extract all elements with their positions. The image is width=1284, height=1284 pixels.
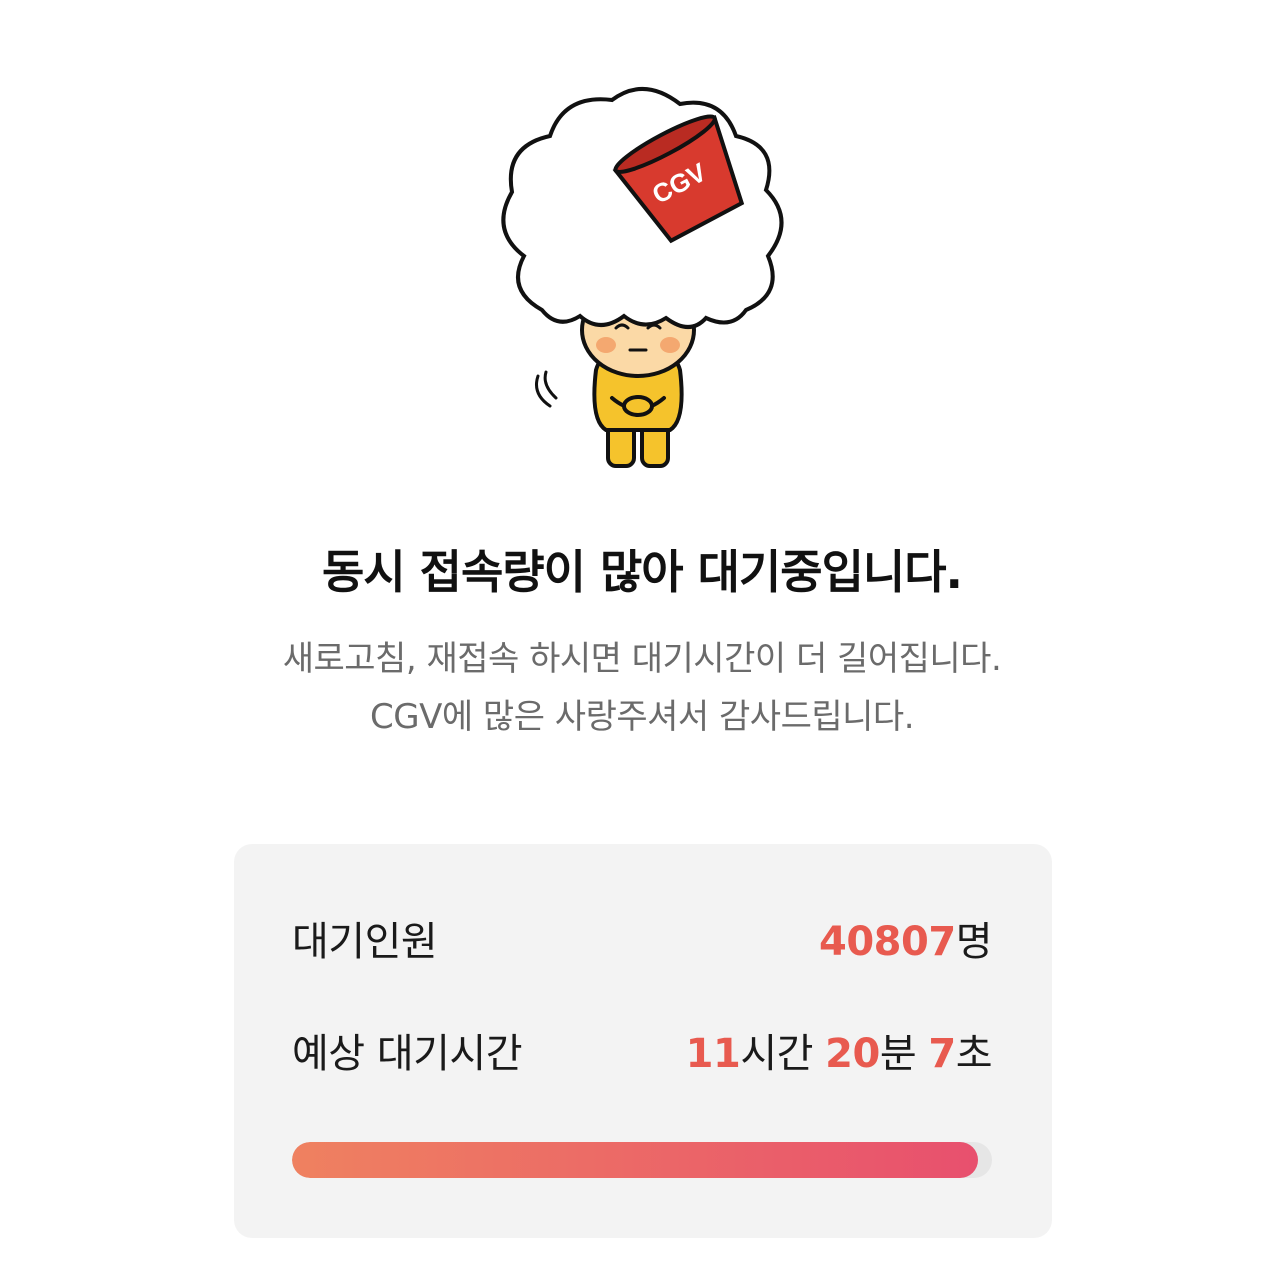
queue-count-label: 대기인원 xyxy=(292,919,438,965)
queue-progress-bar xyxy=(292,1142,992,1178)
queue-progress-fill xyxy=(292,1142,978,1178)
eta-seconds-unit: 초 xyxy=(955,1031,993,1077)
eta-minutes-unit: 분 xyxy=(879,1031,917,1077)
queue-count-row: 대기인원 40807명 xyxy=(292,908,993,968)
queue-count-value-group: 40807명 xyxy=(819,909,992,967)
queue-count-value: 40807 xyxy=(819,919,956,965)
eta-label: 예상 대기시간 xyxy=(292,1031,523,1077)
eta-minutes: 20 xyxy=(825,1031,880,1077)
notice-line-2: CGV에 많은 사랑주셔서 감사드립니다. xyxy=(370,697,915,737)
cgv-mascot-illustration: CGV xyxy=(501,86,784,468)
eta-hours-unit: 시간 xyxy=(740,1031,813,1077)
eta-row: 예상 대기시간 11시간 20분 7초 xyxy=(292,1020,993,1080)
notice-line-1: 새로고침, 재접속 하시면 대기시간이 더 길어집니다. xyxy=(282,639,1002,679)
eta-hours: 11 xyxy=(685,1031,741,1077)
page-title: 동시 접속량이 많아 대기중입니다. xyxy=(322,545,963,599)
eta-seconds: 7 xyxy=(928,1031,956,1077)
queue-count-unit: 명 xyxy=(955,919,993,965)
queue-status-card: 대기인원 40807명 예상 대기시간 11시간 20분 7초 xyxy=(234,844,1052,1238)
eta-value-group: 11시간 20분 7초 xyxy=(685,1021,993,1079)
